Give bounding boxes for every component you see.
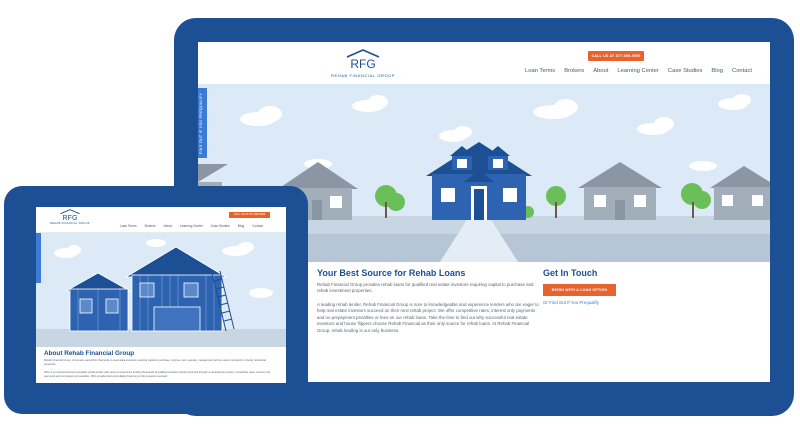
small-call-us-button[interactable]: CALL US AT 877-999-9999 bbox=[229, 212, 270, 218]
small-tablet-screen: RFG REHAB FINANCIAL GROUP CALL US AT 877… bbox=[36, 207, 286, 383]
nav-brokers[interactable]: Brokers bbox=[564, 68, 584, 74]
small-nav-case-studies[interactable]: Case Studies bbox=[211, 224, 230, 228]
small-main-nav: Loan Terms Brokers About Learning Center… bbox=[120, 224, 263, 228]
nav-loan-terms[interactable]: Loan Terms bbox=[525, 68, 555, 74]
logo-text: RFG bbox=[350, 57, 375, 71]
nav-blog[interactable]: Blog bbox=[711, 68, 723, 74]
promo-stage: RFG REHAB FINANCIAL GROUP CALL US AT 877… bbox=[0, 0, 800, 426]
small-tablet-frame: RFG REHAB FINANCIAL GROUP CALL US AT 877… bbox=[4, 186, 308, 414]
small-logo-text: RFG bbox=[63, 214, 78, 222]
main-lead-paragraph: Rehab Financial Group provides rehab loa… bbox=[317, 282, 534, 294]
small-nav-brokers[interactable]: Brokers bbox=[145, 224, 156, 228]
about-heading: About Rehab Financial Group bbox=[44, 350, 135, 357]
main-heading: Your Best Source for Rehab Loans bbox=[317, 268, 466, 278]
rfg-logo-icon: RFG bbox=[346, 49, 380, 71]
small-prequalify-side-tab[interactable] bbox=[36, 233, 41, 283]
brand-logo[interactable]: RFG REHAB FINANCIAL GROUP bbox=[328, 49, 398, 78]
about-paragraph-1: Rehab Financial Group, of investor-owned… bbox=[44, 359, 266, 366]
main-body-paragraph: A leading rehab lender, Rehab Financial … bbox=[317, 302, 539, 333]
small-nav-contact[interactable]: Contact bbox=[252, 224, 263, 228]
small-nav-learning-center[interactable]: Learning Center bbox=[180, 224, 203, 228]
side-tab-label: FIND OUT IF YOU PREQUALIFY bbox=[199, 92, 203, 154]
small-nav-about[interactable]: About bbox=[164, 224, 172, 228]
logo-subtitle: REHAB FINANCIAL GROUP bbox=[330, 73, 396, 78]
begin-loan-option-button[interactable]: BEGIN WITH A LOAN OPTION bbox=[543, 284, 616, 296]
about-paragraph-2: RFG is an experienced and reputable priv… bbox=[44, 371, 271, 378]
nav-about[interactable]: About bbox=[593, 68, 608, 74]
small-hero-construction-illustration bbox=[36, 233, 286, 347]
small-nav-loan-terms[interactable]: Loan Terms bbox=[120, 224, 137, 228]
small-site-header: RFG REHAB FINANCIAL GROUP CALL US AT 877… bbox=[36, 207, 286, 233]
get-in-touch-heading: Get In Touch bbox=[543, 268, 598, 278]
nav-contact[interactable]: Contact bbox=[732, 68, 752, 74]
prequalify-side-tab[interactable]: FIND OUT IF YOU PREQUALIFY bbox=[198, 88, 207, 158]
small-rfg-logo-icon: RFG bbox=[60, 209, 80, 222]
call-us-button[interactable]: CALL US AT 877-999-9999 bbox=[588, 51, 644, 61]
small-logo-subtitle: REHAB FINANCIAL GROUP bbox=[50, 222, 90, 225]
nav-learning-center[interactable]: Learning Center bbox=[617, 68, 659, 74]
prequalify-link[interactable]: Or Find Out If You Prequalify bbox=[543, 300, 599, 305]
small-nav-blog[interactable]: Blog bbox=[238, 224, 244, 228]
small-brand-logo[interactable]: RFG REHAB FINANCIAL GROUP bbox=[48, 209, 92, 225]
nav-case-studies[interactable]: Case Studies bbox=[668, 68, 702, 74]
main-nav: Loan Terms Brokers About Learning Center… bbox=[525, 68, 752, 74]
